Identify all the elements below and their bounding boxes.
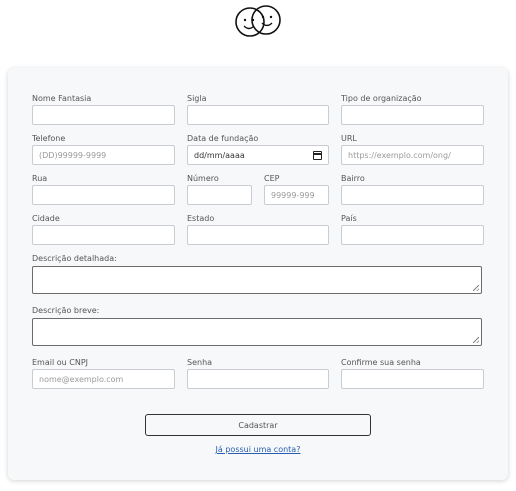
cadastrar-button[interactable]: Cadastrar	[145, 414, 371, 436]
descricao-detalhada-textarea[interactable]	[32, 266, 482, 294]
estado-field[interactable]	[187, 225, 329, 245]
resize-handle-icon[interactable]	[473, 337, 479, 343]
registration-form: Nome Fantasia Sigla Tipo de organização …	[8, 68, 508, 480]
senha-field[interactable]	[187, 369, 329, 389]
sigla-field[interactable]	[187, 105, 329, 125]
bairro-field[interactable]	[341, 185, 484, 205]
telefone-field[interactable]: (DD)99999-9999	[32, 145, 175, 165]
pais-label: País	[341, 214, 357, 223]
numero-label: Número	[187, 174, 219, 183]
estado-label: Estado	[187, 214, 215, 223]
sigla-label: Sigla	[187, 94, 207, 103]
nome-fantasia-field[interactable]	[32, 105, 175, 125]
data-fundacao-field[interactable]: dd/mm/aaaa	[187, 145, 329, 165]
email-label: Email ou CNPJ	[32, 358, 88, 367]
tipo-organizacao-label: Tipo de organização	[341, 94, 422, 103]
tipo-organizacao-field[interactable]	[341, 105, 484, 125]
descricao-breve-textarea[interactable]	[32, 318, 482, 346]
cep-field[interactable]: 99999-999	[264, 185, 329, 205]
rua-field[interactable]	[32, 185, 175, 205]
nome-fantasia-label: Nome Fantasia	[32, 94, 92, 103]
descricao-breve-label: Descrição breve:	[32, 306, 100, 315]
two-faces-logo-icon	[235, 5, 281, 37]
telefone-label: Telefone	[32, 134, 66, 143]
data-fundacao-value: dd/mm/aaaa	[194, 150, 245, 160]
senha-label: Senha	[187, 358, 213, 367]
url-label: URL	[341, 134, 357, 143]
cep-label: CEP	[264, 174, 280, 183]
pais-field[interactable]	[341, 225, 484, 245]
url-field[interactable]: https://exemplo.com/ong/	[341, 145, 484, 165]
confirme-senha-field[interactable]	[341, 369, 484, 389]
cidade-field[interactable]	[32, 225, 175, 245]
bairro-label: Bairro	[341, 174, 365, 183]
descricao-detalhada-label: Descrição detalhada:	[32, 254, 117, 263]
calendar-icon[interactable]	[313, 151, 322, 160]
numero-field[interactable]	[187, 185, 252, 205]
login-link[interactable]: Já possui uma conta?	[8, 445, 508, 454]
rua-label: Rua	[32, 174, 48, 183]
email-field[interactable]: nome@exemplo.com	[32, 369, 175, 389]
data-fundacao-label: Data de fundação	[187, 134, 259, 143]
confirme-senha-label: Confirme sua senha	[341, 358, 421, 367]
resize-handle-icon[interactable]	[473, 285, 479, 291]
cidade-label: Cidade	[32, 214, 60, 223]
